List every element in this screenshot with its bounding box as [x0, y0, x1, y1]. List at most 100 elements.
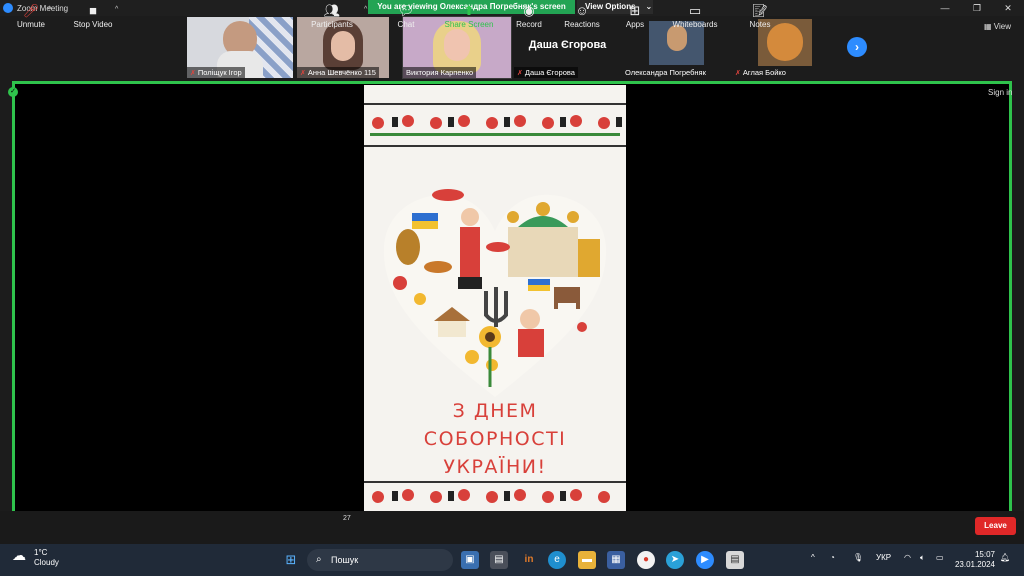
chat-button[interactable]: 💬︎ Chat: [388, 0, 424, 33]
close-icon[interactable]: ✕: [993, 0, 1023, 16]
share-screen-button[interactable]: ⬆ Share Screen: [442, 0, 496, 33]
taskbar-search[interactable]: ⌕ Пошук: [307, 549, 453, 571]
poster-line: СОБОРНОСТІ: [423, 428, 567, 450]
participants-button[interactable]: 👥︎ Participants: [308, 0, 356, 33]
participant-face: [444, 29, 470, 61]
record-button[interactable]: ◉ Record: [510, 0, 548, 33]
notes-label: Notes: [749, 20, 771, 29]
restore-icon[interactable]: ❐: [962, 0, 992, 16]
muted-mic-icon: ✗: [735, 70, 741, 77]
edge-browser-icon[interactable]: e: [548, 551, 566, 569]
smiley-icon: ☺: [575, 3, 589, 18]
participant-name-text: Анна Шевчёнко 115: [307, 68, 376, 77]
weather-condition: Cloudy: [34, 558, 59, 567]
apps-button[interactable]: ⊞ Apps: [618, 0, 652, 33]
chat-label: Chat: [397, 20, 415, 29]
record-label: Record: [516, 20, 542, 29]
caret-up-icon[interactable]: ^: [426, 6, 429, 13]
office-app-icon[interactable]: in: [520, 551, 538, 569]
participants-count: 27: [343, 515, 351, 522]
search-icon: ⌕: [316, 554, 322, 565]
muted-mic-icon: ✗: [517, 70, 523, 77]
leave-button[interactable]: Leave: [975, 517, 1016, 535]
unmute-button[interactable]: 🎤︎ Unmute: [10, 0, 52, 33]
windows-start-icon[interactable]: ⊞: [282, 551, 300, 569]
microphone-icon[interactable]: 🎙︎: [853, 553, 863, 562]
file-explorer-icon[interactable]: ▬: [578, 551, 596, 569]
caret-up-icon[interactable]: ^: [115, 6, 118, 13]
windows-taskbar: [0, 544, 1024, 576]
participant-name-text: Виктория Карпенко: [406, 68, 474, 77]
telegram-icon[interactable]: ➤: [666, 551, 684, 569]
document-app-icon[interactable]: ▤: [726, 551, 744, 569]
whiteboards-button[interactable]: ▭ Whiteboards: [668, 0, 722, 33]
participant-name: ✗ Даша Єгорова: [514, 67, 578, 78]
muted-mic-icon: ✗: [190, 70, 196, 77]
widgets-icon[interactable]: ▤: [490, 551, 508, 569]
apps-icon: ⊞: [629, 3, 641, 18]
mic-muted-icon: 🎤︎: [22, 3, 40, 18]
video-camera-icon: ■: [89, 3, 97, 18]
stop-video-button[interactable]: ■ Stop Video: [68, 0, 118, 33]
poster-line: З ДНЕМ: [452, 400, 538, 422]
poster-line: УКРАЇНИ!: [443, 456, 547, 478]
meeting-toolbar: [0, 511, 1024, 544]
notes-icon: 📝︎: [751, 3, 769, 18]
participants-icon: 👥︎: [323, 3, 341, 18]
share-screen-label: Share Screen: [444, 20, 494, 29]
participant-big-label: Даша Єгорова: [528, 39, 607, 51]
battery-icon[interactable]: ▭: [936, 553, 944, 562]
embroidery-bottom: [364, 481, 626, 503]
record-icon: ◉: [523, 3, 535, 18]
participant-name: ✗ Анна Шевчёнко 115: [297, 67, 379, 78]
participant-name-text: Даша Єгорова: [524, 68, 575, 77]
participant-tile[interactable]: ✗ Поліщук Ігор: [187, 17, 293, 78]
wifi-icon[interactable]: ◠: [904, 553, 911, 562]
tray-app-icon[interactable]: ◔: [830, 553, 835, 562]
participant-name: Виктория Карпенко: [403, 67, 477, 78]
security-shield-icon[interactable]: ✓: [8, 87, 18, 97]
view-button[interactable]: ▦ View: [984, 22, 1011, 31]
apps-label: Apps: [625, 20, 645, 29]
stop-video-label: Stop Video: [73, 20, 113, 29]
temperature: 1°C: [34, 548, 48, 557]
heart-illustration: [383, 189, 607, 397]
cloud-icon: ☁: [12, 547, 26, 563]
whiteboard-icon: ▭: [688, 3, 702, 18]
muted-mic-icon: ✗: [300, 70, 306, 77]
caret-up-icon[interactable]: ^: [364, 6, 367, 13]
share-screen-icon: ⬆: [463, 3, 475, 18]
participants-label: Participants: [311, 20, 353, 29]
language-indicator[interactable]: УКР: [876, 553, 891, 562]
participant-name: ✗ Аглая Бойко: [732, 67, 789, 78]
notes-button[interactable]: 📝︎ Notes: [742, 0, 778, 33]
volume-icon[interactable]: 🔈︎: [920, 553, 925, 563]
search-placeholder: Пошук: [331, 555, 359, 565]
grid-icon: ▦: [984, 22, 994, 31]
sign-in-link[interactable]: Sign in: [988, 88, 1012, 97]
clock-time: 15:07: [974, 550, 995, 559]
participant-name-text: Аглая Бойко: [742, 68, 786, 77]
next-page-button[interactable]: ›: [847, 37, 867, 57]
participant-name-text: Олександра Погребняк: [625, 68, 706, 77]
system-clock[interactable]: 15:07 23.01.2024: [950, 550, 995, 570]
tray-chevron-icon[interactable]: ^: [811, 553, 815, 562]
zoom-taskbar-icon[interactable]: ▶: [696, 551, 714, 569]
embroidery-top: [364, 103, 626, 147]
chat-bubble-icon: 💬︎: [397, 3, 415, 18]
chrome-browser-icon[interactable]: ●: [637, 551, 655, 569]
reactions-button[interactable]: ☺ Reactions: [560, 0, 604, 33]
minimize-icon[interactable]: —: [930, 0, 960, 16]
participant-name-text: Поліщук Ігор: [197, 68, 242, 77]
caret-up-icon[interactable]: ^: [48, 6, 51, 13]
clock-date: 23.01.2024: [954, 560, 995, 569]
participant-face: [331, 31, 355, 61]
notification-bell-icon[interactable]: 🔔︎: [1000, 553, 1010, 562]
reactions-label: Reactions: [564, 20, 600, 29]
view-label: View: [993, 22, 1011, 31]
unmute-label: Unmute: [16, 20, 45, 29]
shared-poster: З ДНЕМ СОБОРНОСТІ УКРАЇНИ!: [364, 85, 626, 511]
microsoft-store-icon[interactable]: ▦: [607, 551, 625, 569]
task-view-icon[interactable]: ▣: [461, 551, 479, 569]
zoom-window: Zoom Meeting You are viewing Олександра …: [0, 0, 1024, 576]
